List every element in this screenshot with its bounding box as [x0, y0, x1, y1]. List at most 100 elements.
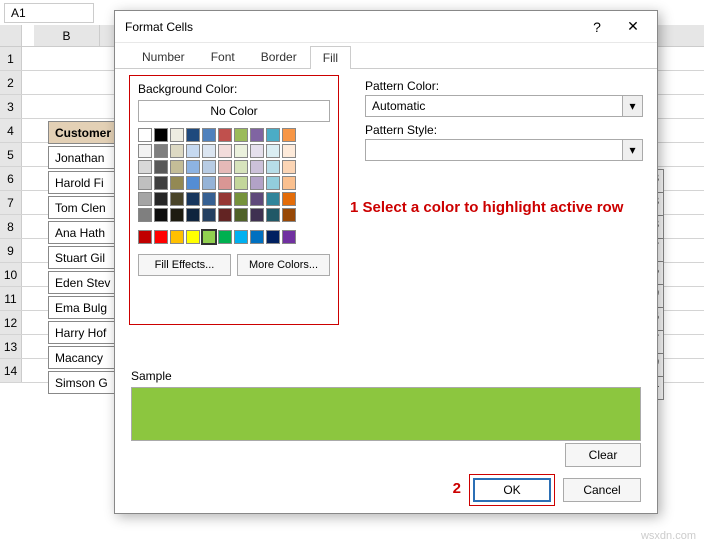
color-swatch[interactable] [186, 208, 200, 222]
color-swatch[interactable] [202, 144, 216, 158]
standard-color-swatch[interactable] [186, 230, 200, 244]
pattern-color-combo[interactable]: ▾ [365, 95, 643, 117]
standard-color-swatch[interactable] [250, 230, 264, 244]
row-header[interactable]: 10 [0, 263, 22, 286]
color-swatch[interactable] [218, 192, 232, 206]
ok-button[interactable]: OK [473, 478, 551, 502]
color-swatch[interactable] [234, 144, 248, 158]
clear-button[interactable]: Clear [565, 443, 641, 467]
color-swatch[interactable] [250, 208, 264, 222]
name-box[interactable]: A1 [4, 3, 94, 23]
color-swatch[interactable] [154, 192, 168, 206]
color-swatch[interactable] [266, 128, 280, 142]
color-swatch[interactable] [266, 176, 280, 190]
standard-color-swatch[interactable] [234, 230, 248, 244]
row-header[interactable]: 7 [0, 191, 22, 214]
pattern-color-value[interactable] [365, 95, 623, 117]
color-swatch[interactable] [170, 192, 184, 206]
row-header[interactable]: 14 [0, 359, 22, 382]
pattern-style-value[interactable] [365, 139, 623, 161]
color-swatch[interactable] [266, 192, 280, 206]
color-swatch[interactable] [234, 160, 248, 174]
tab-fill[interactable]: Fill [310, 46, 351, 69]
color-swatch[interactable] [186, 160, 200, 174]
color-swatch[interactable] [234, 192, 248, 206]
color-swatch[interactable] [250, 128, 264, 142]
color-swatch[interactable] [282, 144, 296, 158]
row-header[interactable]: 8 [0, 215, 22, 238]
fill-effects-button[interactable]: Fill Effects... [138, 254, 231, 276]
row-header[interactable]: 12 [0, 311, 22, 334]
color-swatch[interactable] [170, 144, 184, 158]
help-button[interactable]: ? [579, 13, 615, 41]
tab-font[interactable]: Font [198, 45, 248, 68]
color-swatch[interactable] [202, 208, 216, 222]
chevron-down-icon[interactable]: ▾ [623, 95, 643, 117]
customer-cell[interactable]: Tom Clen [48, 196, 118, 219]
color-swatch[interactable] [186, 128, 200, 142]
color-swatch[interactable] [218, 128, 232, 142]
color-swatch[interactable] [202, 192, 216, 206]
color-swatch[interactable] [250, 192, 264, 206]
color-swatch[interactable] [282, 208, 296, 222]
customer-cell[interactable]: Simson G [48, 371, 118, 394]
customer-cell[interactable]: Harry Hof [48, 321, 118, 344]
color-swatch[interactable] [234, 176, 248, 190]
row-header[interactable]: 5 [0, 143, 22, 166]
select-all-corner[interactable] [0, 25, 22, 46]
customer-cell[interactable]: Ana Hath [48, 221, 118, 244]
color-swatch[interactable] [138, 128, 152, 142]
col-b-header[interactable]: B [34, 25, 100, 46]
standard-color-swatch[interactable] [170, 230, 184, 244]
color-swatch[interactable] [138, 144, 152, 158]
color-swatch[interactable] [170, 160, 184, 174]
customer-cell[interactable]: Stuart Gil [48, 246, 118, 269]
color-swatch[interactable] [202, 176, 216, 190]
close-button[interactable]: ✕ [615, 13, 651, 41]
color-swatch[interactable] [186, 176, 200, 190]
color-swatch[interactable] [250, 160, 264, 174]
tab-number[interactable]: Number [129, 45, 198, 68]
row-header[interactable]: 11 [0, 287, 22, 310]
tab-border[interactable]: Border [248, 45, 310, 68]
color-swatch[interactable] [282, 160, 296, 174]
color-swatch[interactable] [250, 176, 264, 190]
col-a-header[interactable] [22, 25, 34, 46]
standard-color-swatch[interactable] [282, 230, 296, 244]
color-swatch[interactable] [138, 208, 152, 222]
color-swatch[interactable] [234, 208, 248, 222]
row-header[interactable]: 3 [0, 95, 22, 118]
pattern-style-combo[interactable]: ▾ [365, 139, 643, 161]
color-swatch[interactable] [202, 160, 216, 174]
color-swatch[interactable] [170, 128, 184, 142]
color-swatch[interactable] [234, 128, 248, 142]
color-swatch[interactable] [250, 144, 264, 158]
customer-cell[interactable]: Harold Fi [48, 171, 118, 194]
row-header[interactable]: 6 [0, 167, 22, 190]
row-header[interactable]: 9 [0, 239, 22, 262]
color-swatch[interactable] [170, 208, 184, 222]
standard-color-swatch[interactable] [266, 230, 280, 244]
color-swatch[interactable] [202, 128, 216, 142]
standard-color-swatch[interactable] [154, 230, 168, 244]
color-swatch[interactable] [186, 192, 200, 206]
color-swatch[interactable] [218, 160, 232, 174]
color-swatch[interactable] [218, 208, 232, 222]
color-swatch[interactable] [282, 192, 296, 206]
color-swatch[interactable] [266, 208, 280, 222]
chevron-down-icon[interactable]: ▾ [623, 139, 643, 161]
row-header[interactable]: 13 [0, 335, 22, 358]
color-swatch[interactable] [218, 176, 232, 190]
color-swatch[interactable] [138, 192, 152, 206]
row-header[interactable]: 4 [0, 119, 22, 142]
color-swatch[interactable] [154, 128, 168, 142]
color-swatch[interactable] [266, 144, 280, 158]
color-swatch[interactable] [186, 144, 200, 158]
customer-cell[interactable]: Macancy [48, 346, 118, 369]
standard-color-swatch[interactable] [218, 230, 232, 244]
color-swatch[interactable] [282, 128, 296, 142]
color-swatch[interactable] [218, 144, 232, 158]
cancel-button[interactable]: Cancel [563, 478, 641, 502]
row-header[interactable]: 2 [0, 71, 22, 94]
color-swatch[interactable] [138, 160, 152, 174]
